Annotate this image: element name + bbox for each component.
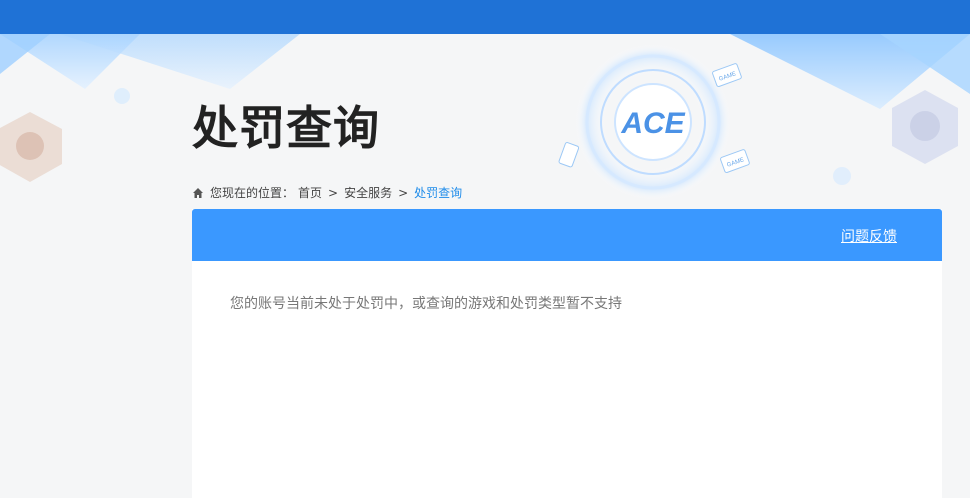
breadcrumb: 您现在的位置： 首页 > 安全服务 > 处罚查询 — [192, 184, 462, 201]
top-nav-bar — [0, 0, 970, 34]
panel-header: 问题反馈 — [192, 209, 942, 261]
banner-decoration: ACE GAME GAME — [0, 34, 970, 200]
breadcrumb-prefix: 您现在的位置： — [210, 186, 295, 200]
banner: ACE GAME GAME — [0, 34, 970, 214]
page-title: 处罚查询 — [192, 101, 380, 155]
home-icon — [193, 187, 203, 198]
result-panel: 问题反馈 您的账号当前未处于处罚中，或查询的游戏和处罚类型暂不支持 — [192, 209, 942, 498]
breadcrumb-security-link[interactable]: 安全服务 — [344, 184, 392, 201]
feedback-link[interactable]: 问题反馈 — [841, 226, 897, 246]
breadcrumb-current: 处罚查询 — [414, 186, 463, 200]
breadcrumb-home-link[interactable]: 首页 — [298, 184, 322, 201]
ace-logo: ACE — [620, 107, 685, 140]
breadcrumb-separator: > — [328, 185, 339, 200]
breadcrumb-separator: > — [398, 185, 409, 200]
result-message: 您的账号当前未处于处罚中，或查询的游戏和处罚类型暂不支持 — [230, 296, 622, 312]
